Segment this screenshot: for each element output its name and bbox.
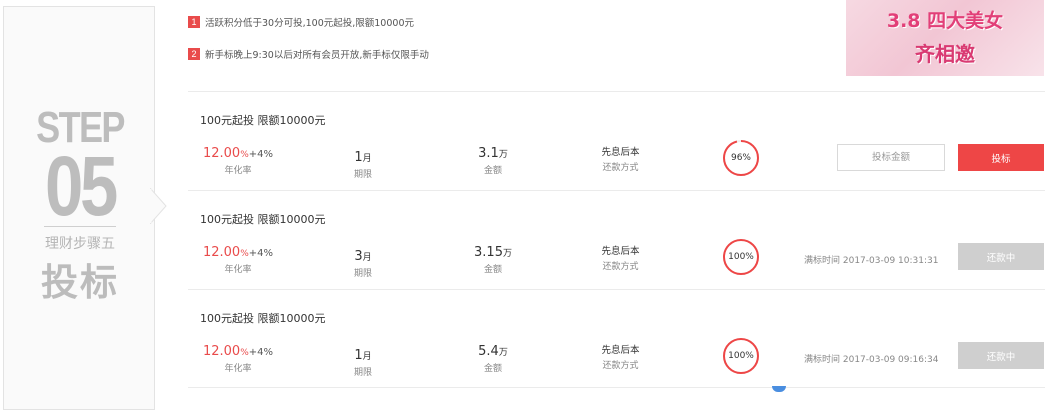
rule-number-badge: 1 (188, 16, 200, 28)
amount-unit: 万 (498, 348, 508, 358)
step-panel: STEP 05 理财步骤五 投标 (3, 6, 155, 410)
progress-text: 100% (728, 351, 754, 361)
repay-cell: 先息后本 还款方式 (593, 144, 648, 173)
repaying-button[interactable]: 还款中 (958, 243, 1044, 270)
repay-value: 先息后本 (601, 246, 640, 257)
rule-text: 活跃积分低于30分可投,100元起投,限额10000元 (205, 18, 414, 29)
amount-cell: 3.15万 金额 (463, 241, 523, 275)
amount-cell: 5.4万 金额 (463, 340, 523, 374)
amount-cell: 3.1万 金额 (463, 142, 523, 176)
amount-value: 5.4 (478, 344, 499, 359)
amount-unit: 万 (498, 150, 508, 160)
rate-label: 年化率 (224, 265, 252, 275)
product-row: 100元起投 限额10000元 12.00%+4% 年化率 3月 期限 3.15… (188, 190, 1045, 290)
rate-value: 12.00 (202, 245, 241, 260)
repay-label: 还款方式 (602, 361, 639, 371)
step-title: 投标 (41, 261, 119, 304)
product-row: 100元起投 限额10000元 12.00%+4% 年化率 1月 期限 3.1万… (188, 91, 1045, 191)
period-cell: 1月 期限 (343, 146, 383, 180)
repay-cell: 先息后本 还款方式 (593, 342, 648, 371)
product-title: 100元起投 限额10000元 (200, 114, 326, 127)
repay-value: 先息后本 (601, 147, 640, 158)
amount-value: 3.1 (478, 146, 499, 161)
progress-text: 100% (728, 252, 754, 262)
rule-number-badge: 2 (188, 48, 200, 60)
period-label: 期限 (353, 368, 372, 378)
full-time-text: 满标时间 2017-03-09 09:16:34 (804, 355, 939, 365)
product-title: 100元起投 限额10000元 (200, 213, 326, 226)
amount-unit: 万 (502, 249, 512, 259)
progress-ring: 100% (722, 238, 760, 276)
period-unit: 月 (362, 352, 372, 362)
period-cell: 3月 期限 (343, 245, 383, 279)
rate-value: 12.00 (202, 344, 241, 359)
rate-bonus: +4% (248, 248, 274, 259)
rate-percent: % (240, 348, 249, 358)
rate-cell: 12.00%+4% 年化率 (198, 241, 278, 275)
rate-value: 12.00 (202, 146, 241, 161)
amount-label: 金额 (483, 265, 502, 275)
rate-percent: % (240, 150, 249, 160)
scroll-indicator-icon[interactable] (772, 386, 786, 392)
step-subtitle: 理财步骤五 (45, 236, 115, 252)
repay-value: 先息后本 (601, 345, 640, 356)
full-time-text: 满标时间 2017-03-09 10:31:31 (804, 256, 939, 266)
rate-bonus: +4% (248, 347, 274, 358)
period-unit: 月 (362, 253, 372, 263)
rule-item-2: 2 新手标晚上9:30以后对所有会员开放,新手标仅限手动 (188, 47, 429, 61)
amount-label: 金额 (483, 166, 502, 176)
banner-line-2: 齐相邀 (915, 42, 975, 66)
repay-label: 还款方式 (602, 163, 639, 173)
step-divider (44, 226, 116, 227)
progress-ring: 100% (722, 337, 760, 375)
bid-amount-input[interactable] (837, 144, 945, 171)
progress-ring: 96% (722, 139, 760, 177)
period-value: 1 (354, 348, 363, 363)
list-bottom-divider (188, 387, 1045, 388)
progress-text: 96% (730, 153, 751, 163)
amount-label: 金额 (483, 364, 502, 374)
product-row: 100元起投 限额10000元 12.00%+4% 年化率 1月 期限 5.4万… (188, 289, 1045, 389)
step-arrow-icon (150, 188, 167, 224)
step-number: 05 (44, 139, 118, 233)
rule-text: 新手标晚上9:30以后对所有会员开放,新手标仅限手动 (205, 50, 429, 61)
rate-label: 年化率 (224, 364, 252, 374)
repay-label: 还款方式 (602, 262, 639, 272)
period-value: 1 (354, 150, 363, 165)
rate-label: 年化率 (224, 166, 252, 176)
banner-line-1: 3.8 四大美女 (886, 10, 1004, 32)
rate-percent: % (240, 249, 249, 259)
rate-bonus: +4% (248, 149, 274, 160)
invest-button[interactable]: 投标 (958, 144, 1044, 171)
product-title: 100元起投 限额10000元 (200, 312, 326, 325)
promo-banner[interactable]: 3.8 四大美女 齐相邀 (846, 0, 1044, 76)
rate-cell: 12.00%+4% 年化率 (198, 340, 278, 374)
amount-value: 3.15 (474, 245, 503, 260)
period-value: 3 (354, 249, 363, 264)
rate-cell: 12.00%+4% 年化率 (198, 142, 278, 176)
period-label: 期限 (353, 269, 372, 279)
period-cell: 1月 期限 (343, 344, 383, 378)
rule-item-1: 1 活跃积分低于30分可投,100元起投,限额10000元 (188, 15, 414, 29)
period-label: 期限 (353, 170, 372, 180)
repaying-button[interactable]: 还款中 (958, 342, 1044, 369)
period-unit: 月 (362, 154, 372, 164)
repay-cell: 先息后本 还款方式 (593, 243, 648, 272)
